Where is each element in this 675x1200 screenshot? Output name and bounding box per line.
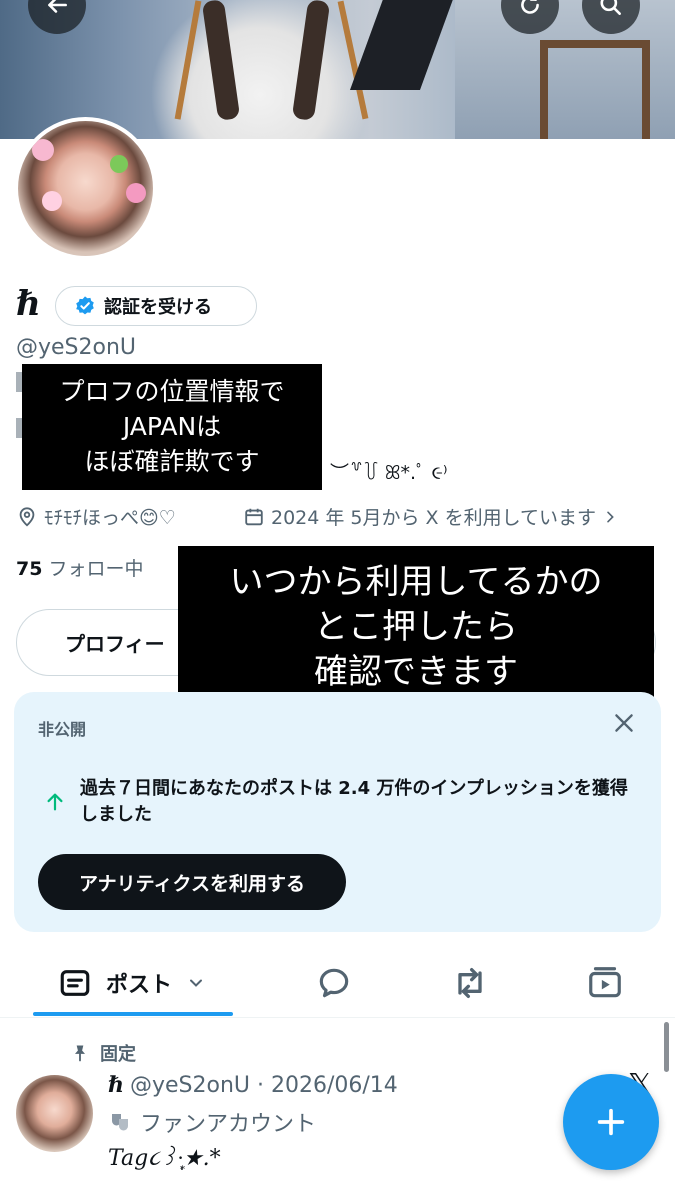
pinned-indicator: 固定 [70, 1040, 136, 1066]
post-header: ℏ @yeS2onU · 2026/06/14 [108, 1072, 398, 1098]
reply-bubble-icon [319, 968, 349, 998]
active-tab-indicator [33, 1012, 233, 1016]
tab-posts[interactable]: ポスト [58, 948, 206, 1018]
pinned-label: 固定 [100, 1044, 136, 1065]
annotation-location-note: プロフの位置情報で JAPANは ほぼ確詐欺です [22, 364, 322, 490]
post-label: ファンアカウント [108, 1106, 316, 1138]
location-pin-icon [19, 506, 35, 526]
theater-masks-icon [112, 1114, 128, 1131]
compose-post-button[interactable] [563, 1074, 659, 1170]
annotation-line: JAPANは [122, 412, 222, 441]
calendar-icon [245, 508, 263, 525]
repost-icon [458, 968, 482, 998]
banner-music-stand [349, 0, 461, 90]
location-text: ﾓﾁﾓﾁほっぺ😊♡ [44, 507, 176, 529]
analytics-card: 非公開 過去７日間にあなたのポストは 2.4 万件のインプレッションを獲得しまし… [14, 692, 661, 932]
tab-media[interactable] [586, 948, 624, 1018]
display-name: ℏ [16, 284, 41, 324]
tab-posts-label: ポスト [106, 973, 173, 998]
avatar-sticker-clover [110, 155, 128, 173]
close-icon[interactable] [611, 710, 637, 736]
chevron-down-icon [190, 979, 203, 987]
following-number: 75 [16, 558, 43, 580]
tab-replies[interactable] [315, 948, 353, 1018]
banner-chair [540, 40, 650, 139]
following-label: フォロー中 [48, 558, 144, 580]
following-count[interactable]: 75 フォロー中 [16, 554, 144, 581]
edit-profile-label: プロフィー [65, 632, 165, 656]
verified-badge-icon [76, 296, 94, 315]
profile-tabs: ポスト [0, 948, 675, 1018]
get-verified-label: 認証を受ける [104, 297, 212, 318]
post-avatar[interactable] [16, 1075, 93, 1152]
pin-icon [75, 1045, 85, 1062]
private-label: 非公開 [38, 720, 87, 739]
refresh-icon [521, 0, 539, 14]
join-date-text: 2024 年 5月から X を利用しています [271, 507, 597, 529]
avatar-sticker-bunny [32, 139, 54, 161]
analytics-message: 過去７日間にあなたのポストは 2.4 万件のインプレッションを獲得しました [80, 778, 628, 825]
plus-icon [597, 1108, 625, 1136]
annotation-line: 確認できます [314, 652, 518, 692]
posts-tab-icon [60, 970, 90, 996]
avatar-sticker-heart [126, 183, 146, 203]
profile-location[interactable]: ﾓﾁﾓﾁほっぺ😊♡ [16, 503, 176, 530]
analytics-cta-button[interactable]: アナリティクスを利用する [38, 854, 346, 910]
tab-reposts[interactable] [450, 948, 490, 1018]
profile-avatar[interactable] [14, 117, 157, 260]
annotation-line: いつから利用してるかの [229, 562, 603, 602]
post-label-text: ファンアカウント [140, 1112, 317, 1137]
chevron-right-icon [607, 511, 614, 522]
annotation-line: プロフの位置情報で [59, 377, 285, 406]
annotation-line: とこ押したら [314, 607, 518, 647]
video-icon [589, 967, 621, 998]
scrollbar[interactable] [664, 1022, 669, 1072]
back-arrow-icon [48, 0, 67, 13]
avatar-sticker-rabbit [42, 191, 62, 211]
bio-text: ︶꒷꒦ ꕤ*.ﾟ ૯⁾ [330, 462, 448, 484]
post-body: Tag૮꒱·̩͙★.* [108, 1146, 221, 1171]
get-verified-button[interactable]: 認証を受ける [55, 286, 257, 326]
annotation-join-date-note: いつから利用してるかの とこ押したら 確認できます [178, 546, 654, 712]
annotation-line: ほぼ確詐欺です [84, 447, 260, 476]
post-author-name[interactable]: ℏ [108, 1072, 124, 1098]
profile-handle: @yeS2onU [16, 335, 137, 360]
join-date-link[interactable]: 2024 年 5月から X を利用しています [243, 503, 618, 530]
search-icon [600, 0, 621, 15]
post-handle-date: @yeS2onU · 2026/06/14 [130, 1073, 398, 1098]
arrow-up-icon [47, 793, 63, 811]
